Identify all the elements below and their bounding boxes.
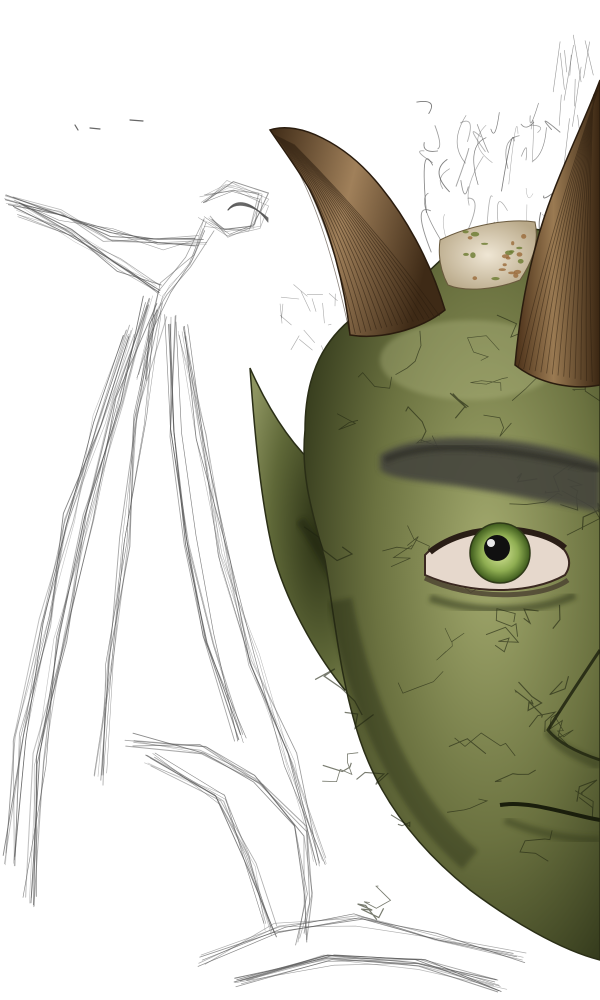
horn-left [268, 127, 446, 338]
artwork-svg [2, 34, 600, 993]
artwork-canvas [0, 0, 600, 1000]
